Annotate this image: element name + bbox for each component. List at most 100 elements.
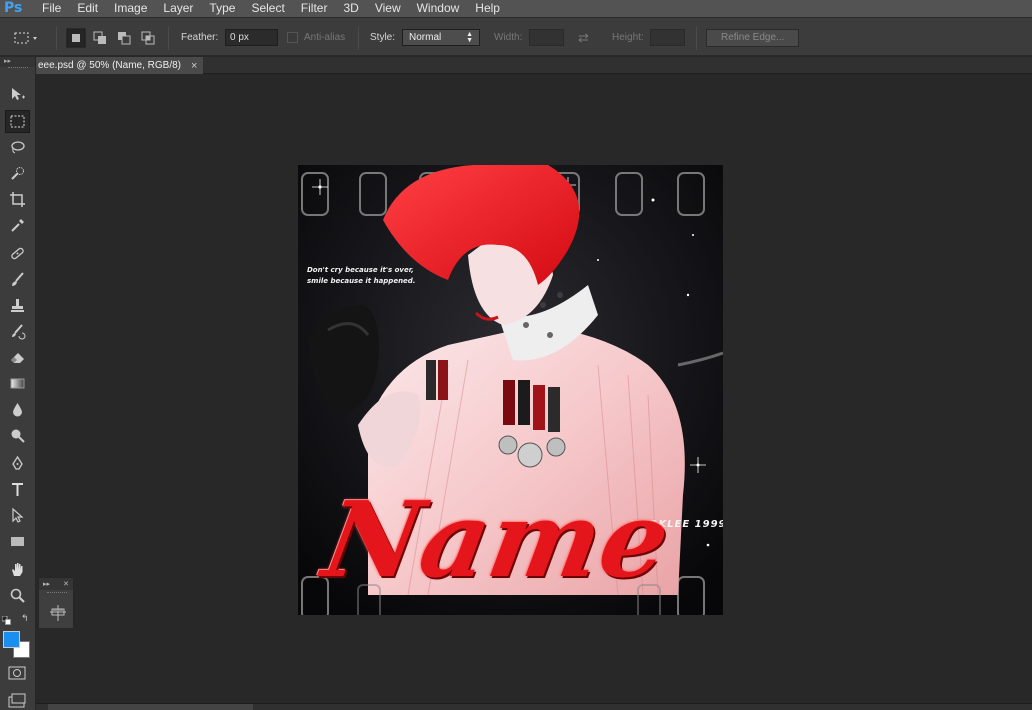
updown-arrow-icon: ▲ ▼ bbox=[466, 30, 473, 44]
brush-icon bbox=[12, 272, 24, 286]
antialias-checkbox[interactable] bbox=[287, 32, 298, 43]
selection-mode-add[interactable] bbox=[92, 18, 108, 57]
photoshop-logo: Ps bbox=[4, 0, 23, 16]
foreground-color-swatch[interactable] bbox=[3, 631, 20, 648]
style-select[interactable]: Normal ▲ ▼ bbox=[402, 29, 480, 46]
path-selection-tool[interactable] bbox=[5, 504, 30, 527]
menu-type[interactable]: Type bbox=[201, 0, 243, 17]
pen-icon bbox=[12, 455, 23, 470]
feather-input[interactable]: 0 px bbox=[225, 29, 278, 46]
swap-colors-icon[interactable]: ↰ bbox=[21, 614, 31, 624]
quick-selection-tool[interactable] bbox=[5, 162, 30, 185]
eraser-tool[interactable] bbox=[5, 346, 30, 369]
tool-preset-picker[interactable] bbox=[12, 18, 42, 57]
tools-panel: ▸▸ ↰ bbox=[0, 57, 36, 710]
close-icon[interactable]: × bbox=[191, 60, 197, 72]
menu-image[interactable]: Image bbox=[106, 0, 155, 17]
collapse-arrows-icon[interactable]: ▸▸ bbox=[4, 57, 11, 67]
move-icon bbox=[12, 88, 25, 100]
marquee-tool[interactable] bbox=[5, 110, 30, 133]
new-selection-icon bbox=[66, 28, 86, 47]
measure-tool-button[interactable] bbox=[48, 604, 68, 622]
quick-selection-icon bbox=[11, 167, 24, 180]
height-input[interactable] bbox=[650, 29, 685, 46]
type-tool[interactable] bbox=[5, 478, 30, 501]
status-info bbox=[48, 704, 253, 710]
tools-panel-header[interactable]: ▸▸ bbox=[0, 57, 35, 67]
floating-panel-header[interactable]: ▸▸ ✕ bbox=[39, 578, 73, 590]
menu-view[interactable]: View bbox=[367, 0, 409, 17]
lasso-tool[interactable] bbox=[5, 136, 30, 159]
screen-mode-button[interactable] bbox=[6, 693, 28, 709]
menu-select[interactable]: Select bbox=[243, 0, 292, 17]
feather-label: Feather: bbox=[181, 32, 219, 43]
name-title-text: Name bbox=[315, 478, 680, 601]
menu-bar: Ps File Edit Image Layer Type Select Fil… bbox=[0, 0, 1032, 17]
document-canvas[interactable]: Don't cry because it's over, smile becau… bbox=[298, 165, 723, 615]
width-label: Width: bbox=[494, 32, 523, 43]
lasso-icon bbox=[11, 141, 25, 154]
dodge-icon bbox=[11, 429, 25, 443]
add-to-selection-icon bbox=[93, 31, 106, 44]
clone-stamp-icon bbox=[11, 299, 24, 312]
move-tool[interactable] bbox=[5, 83, 30, 106]
hand-icon bbox=[12, 563, 23, 576]
pen-tool[interactable] bbox=[5, 452, 30, 475]
menu-help[interactable]: Help bbox=[467, 0, 508, 17]
separator bbox=[56, 26, 57, 50]
selection-mode-intersect[interactable] bbox=[140, 18, 156, 57]
marquee-icon bbox=[10, 115, 25, 128]
clone-stamp-tool[interactable] bbox=[5, 294, 30, 317]
swap-icon[interactable]: ⇄ bbox=[578, 30, 589, 46]
selection-mode-new[interactable] bbox=[66, 18, 86, 57]
menu-filter[interactable]: Filter bbox=[293, 0, 336, 17]
crop-icon bbox=[10, 192, 25, 207]
menu-layer[interactable]: Layer bbox=[155, 0, 201, 17]
floating-panel: ▸▸ ✕ bbox=[38, 577, 74, 629]
collapse-arrows-icon[interactable]: ▸▸ bbox=[43, 580, 50, 588]
path-selection-icon bbox=[12, 507, 24, 523]
subtract-from-selection-icon bbox=[118, 31, 131, 44]
menu-3d[interactable]: 3D bbox=[335, 0, 366, 17]
selection-mode-subtract[interactable] bbox=[116, 18, 132, 57]
zoom-tool[interactable] bbox=[5, 584, 30, 607]
document-tab-title: eee.psd @ 50% (Name, RGB/8) bbox=[38, 60, 181, 71]
dodge-tool[interactable] bbox=[5, 424, 30, 447]
options-bar: Feather: 0 px Anti-alias Style: Normal ▲… bbox=[0, 17, 1032, 56]
intersect-selection-icon bbox=[141, 31, 155, 44]
history-brush-tool[interactable] bbox=[5, 320, 30, 343]
width-input[interactable] bbox=[529, 29, 564, 46]
panel-grip[interactable] bbox=[8, 67, 28, 68]
marquee-preset-icon bbox=[14, 32, 37, 43]
default-colors-icon[interactable] bbox=[1, 615, 11, 625]
quick-mask-icon bbox=[8, 666, 26, 680]
menu-file[interactable]: File bbox=[34, 0, 69, 17]
antialias-toggle[interactable]: Anti-alias bbox=[287, 18, 345, 57]
menu-window[interactable]: Window bbox=[409, 0, 468, 17]
menu-edit[interactable]: Edit bbox=[69, 0, 106, 17]
separator bbox=[696, 26, 697, 50]
blur-icon bbox=[13, 403, 22, 417]
brush-tool[interactable] bbox=[5, 268, 30, 291]
quick-mask-button[interactable] bbox=[6, 665, 28, 681]
type-icon bbox=[12, 483, 23, 496]
ruler-icon bbox=[50, 605, 66, 621]
screen-mode-icon bbox=[8, 693, 26, 708]
rectangle-tool[interactable] bbox=[5, 530, 30, 553]
document-tab[interactable]: eee.psd @ 50% (Name, RGB/8) × bbox=[36, 57, 204, 74]
healing-brush-icon bbox=[11, 247, 24, 260]
style-label: Style: bbox=[370, 32, 396, 43]
separator bbox=[168, 26, 169, 50]
blur-tool[interactable] bbox=[5, 398, 30, 421]
eyedropper-tool[interactable] bbox=[5, 214, 30, 237]
refine-edge-button[interactable]: Refine Edge... bbox=[706, 28, 800, 47]
close-icon[interactable]: ✕ bbox=[63, 580, 69, 588]
crop-tool[interactable] bbox=[5, 188, 30, 211]
hand-tool[interactable] bbox=[5, 558, 30, 581]
antialias-label: Anti-alias bbox=[304, 32, 346, 43]
panel-grip[interactable] bbox=[47, 592, 67, 593]
gradient-tool[interactable] bbox=[5, 372, 30, 395]
style-value: Normal bbox=[409, 32, 442, 43]
eraser-icon bbox=[11, 353, 24, 363]
healing-brush-tool[interactable] bbox=[5, 242, 30, 265]
